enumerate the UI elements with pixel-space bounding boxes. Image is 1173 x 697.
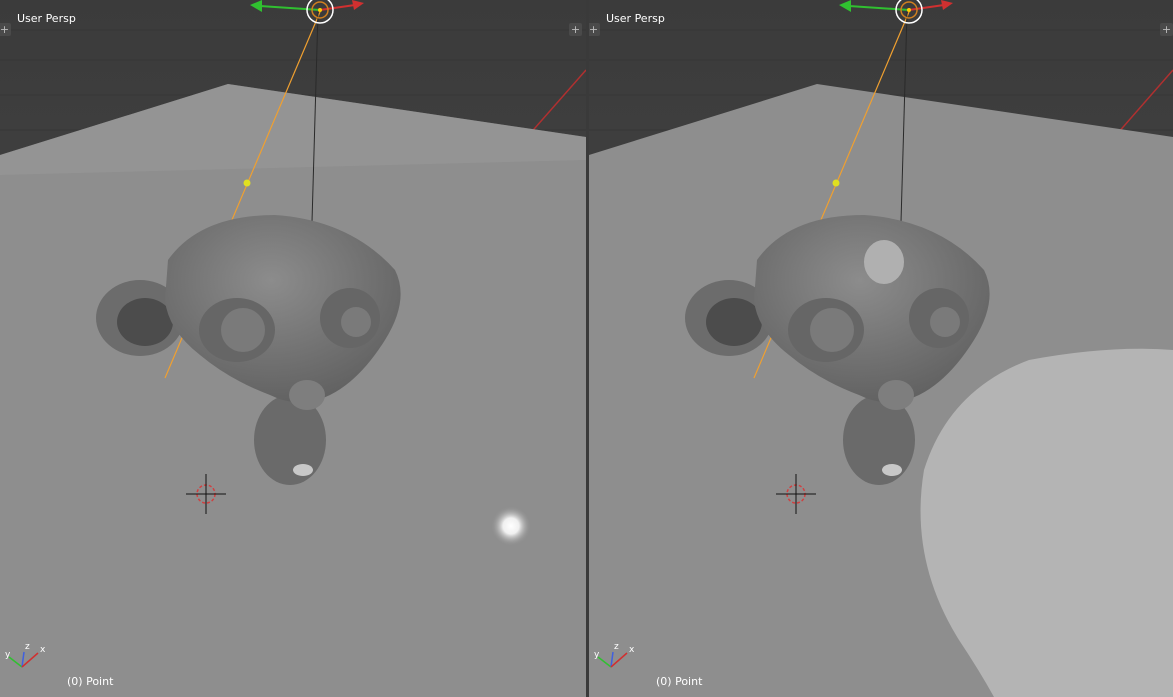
viewport-right[interactable]: y z x User Persp (0) Point + + +: [589, 0, 1173, 697]
region-expand-button[interactable]: +: [589, 23, 600, 36]
scene-right: [589, 0, 1173, 697]
lamp-target-point: [832, 179, 840, 187]
axis-label-y: y: [594, 650, 600, 660]
specular-highlight: [491, 506, 531, 546]
axis-label-z: z: [614, 642, 619, 652]
active-object-label: (0) Point: [67, 675, 114, 688]
viewport-left[interactable]: y z x User Persp (0) Point + +: [0, 0, 586, 697]
view-name-label: User Persp: [606, 12, 665, 25]
axis-label-x: x: [40, 645, 46, 655]
axis-label-z: z: [25, 642, 30, 652]
scene-left: [0, 0, 586, 697]
view-name-label: User Persp: [17, 12, 76, 25]
axis-label-y: y: [5, 650, 11, 660]
active-object-label: (0) Point: [656, 675, 703, 688]
lamp-target-point: [243, 179, 251, 187]
region-expand-button[interactable]: +: [569, 23, 582, 36]
region-expand-button[interactable]: +: [1160, 23, 1173, 36]
axis-label-x: x: [629, 645, 635, 655]
region-expand-button[interactable]: +: [0, 23, 11, 36]
